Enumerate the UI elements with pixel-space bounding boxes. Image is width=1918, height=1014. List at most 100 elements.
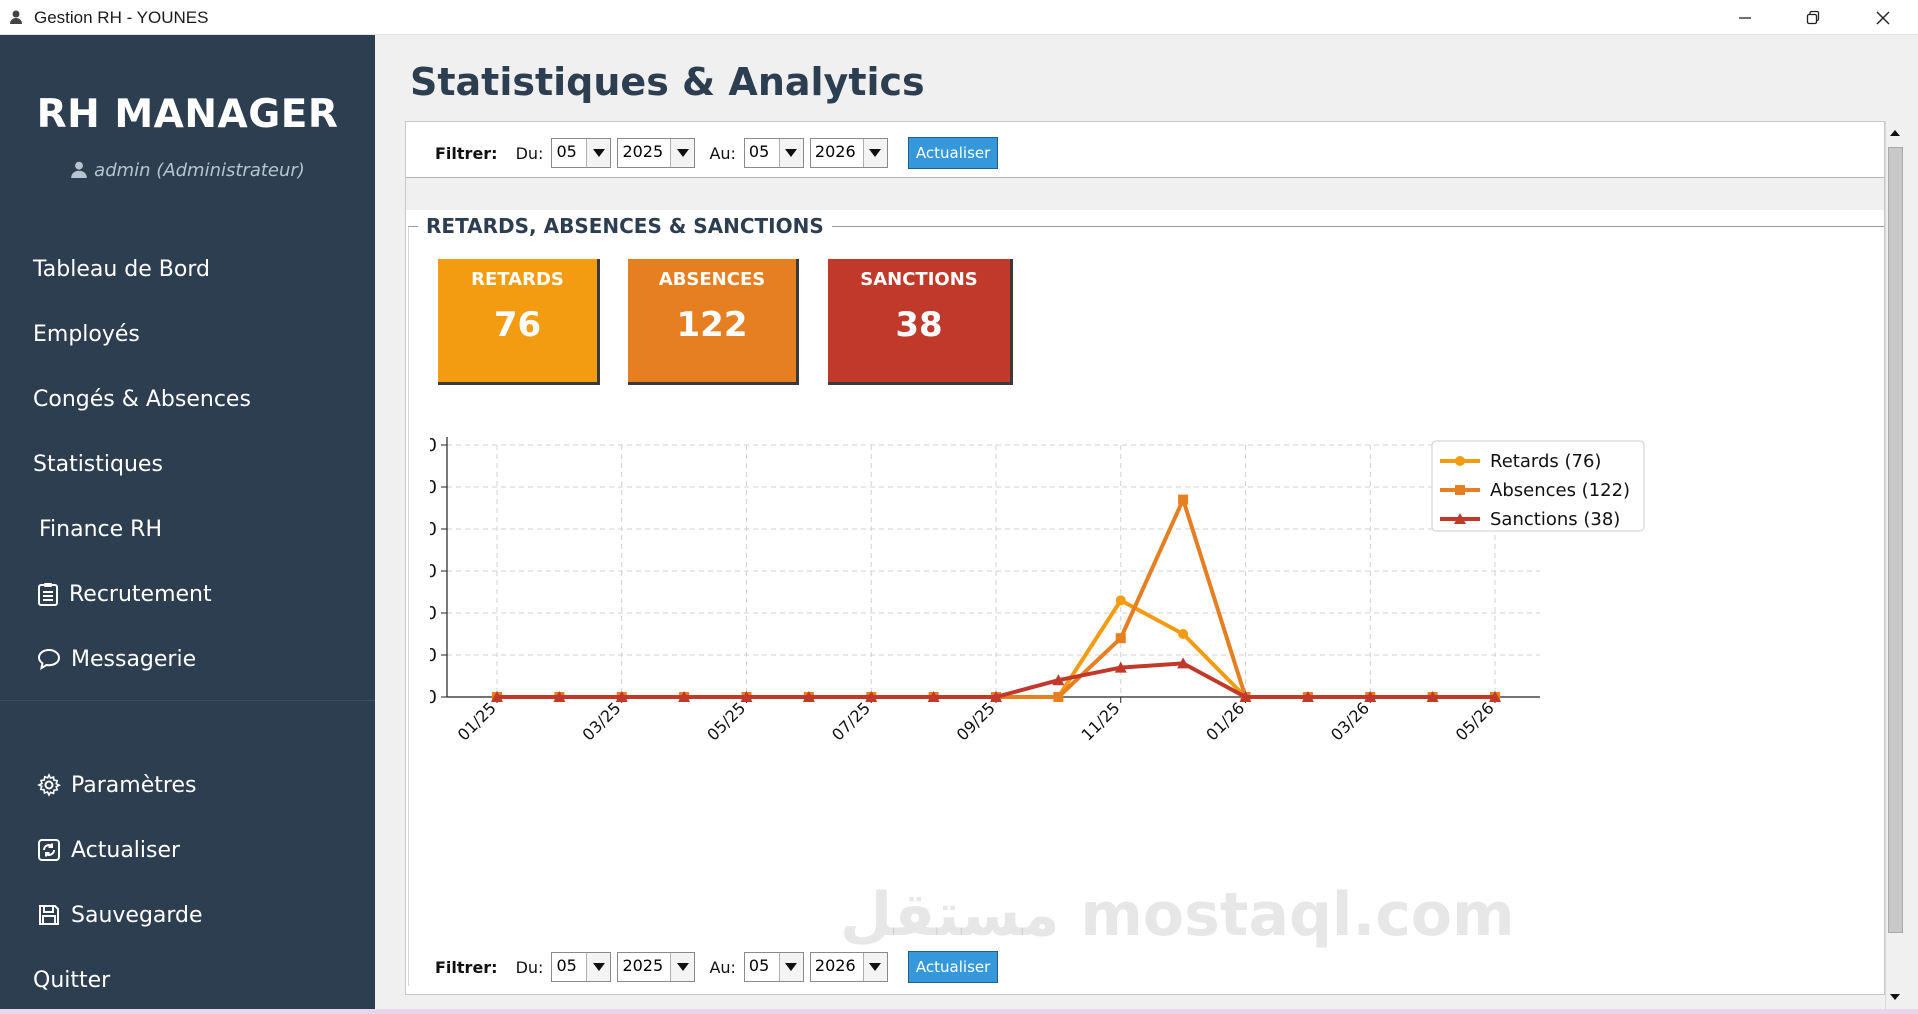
sidebar-divider xyxy=(0,700,375,701)
sidebar-item-label: Messagerie xyxy=(71,646,197,672)
chevron-down-icon[interactable] xyxy=(862,139,887,167)
sidebar-item-label: Sauvegarde xyxy=(71,902,203,928)
section-title: RETARDS, ABSENCES & SANCTIONS xyxy=(418,214,832,238)
data-point xyxy=(1178,629,1189,639)
from-label: Du: xyxy=(515,143,544,163)
sidebar-item-statistics[interactable]: Statistiques xyxy=(33,444,163,484)
page-title: Statistiques & Analytics xyxy=(410,60,925,104)
to-month-select[interactable]: 05 xyxy=(743,952,804,982)
close-icon xyxy=(1876,11,1890,24)
sidebar-item-recruitment[interactable]: Recrutement xyxy=(37,574,212,614)
x-tick-label: 03/25 xyxy=(579,698,625,744)
sidebar-item-label: Employés xyxy=(33,321,140,347)
sidebar: RH MANAGER admin (Administrateur) Tablea… xyxy=(0,35,375,1009)
sidebar-item-label: Congés & Absences xyxy=(33,386,251,412)
chevron-down-icon[interactable] xyxy=(778,139,803,167)
x-tick-label: 03/26 xyxy=(1327,698,1373,744)
bottom-edge xyxy=(0,1009,1918,1014)
data-point xyxy=(1115,595,1126,606)
chevron-down-icon[interactable] xyxy=(670,953,695,981)
save-icon xyxy=(39,905,59,925)
scroll-down-arrow-icon[interactable] xyxy=(1886,987,1904,1007)
filter-label: Filtrer: xyxy=(435,957,498,977)
card-label: SANCTIONS xyxy=(860,269,978,290)
from-label: Du: xyxy=(515,957,544,977)
legend-label: Absences (122) xyxy=(1490,480,1630,501)
card-value: 38 xyxy=(895,305,943,345)
sidebar-item-messaging[interactable]: Messagerie xyxy=(37,639,196,679)
sidebar-item-label: Actualiser xyxy=(71,837,181,863)
y-tick-label: 80 xyxy=(430,519,437,540)
from-year-select[interactable]: 2025 xyxy=(617,952,696,982)
filter-label: Filtrer: xyxy=(435,143,498,163)
chevron-down-icon[interactable] xyxy=(670,139,695,167)
clipboard-icon xyxy=(38,583,58,606)
refresh-icon xyxy=(38,839,60,861)
chat-bubble-icon xyxy=(37,648,61,670)
to-year-select[interactable]: 2026 xyxy=(809,138,888,168)
sidebar-item-label: Paramètres xyxy=(71,772,197,798)
sidebar-item-label: Tableau de Bord xyxy=(33,256,210,282)
from-year-select[interactable]: 2025 xyxy=(617,138,696,168)
chevron-down-icon[interactable] xyxy=(862,953,887,981)
x-tick-label: 01/25 xyxy=(454,698,500,744)
y-tick-label: 20 xyxy=(430,645,437,666)
minimize-button[interactable] xyxy=(1710,0,1780,35)
brand-title: RH MANAGER xyxy=(36,92,339,137)
panel-gap xyxy=(406,178,1884,210)
legend-label: Retards (76) xyxy=(1490,451,1601,472)
y-tick-label: 60 xyxy=(430,561,437,582)
x-tick-label: 05/26 xyxy=(1452,698,1498,744)
close-button[interactable] xyxy=(1848,0,1918,35)
from-month-select[interactable]: 05 xyxy=(551,138,612,168)
x-tick-label: 07/25 xyxy=(828,698,874,744)
data-point xyxy=(1178,494,1189,505)
legend-marker xyxy=(1455,485,1465,495)
from-month-select[interactable]: 05 xyxy=(551,952,612,982)
sidebar-item-employees[interactable]: Employés xyxy=(33,314,140,354)
sidebar-item-label: Finance RH xyxy=(39,516,162,542)
to-year-value: 2026 xyxy=(814,956,856,975)
sidebar-item-settings[interactable]: Paramètres xyxy=(37,765,196,805)
sidebar-item-refresh[interactable]: Actualiser xyxy=(37,830,180,870)
from-month-value: 05 xyxy=(556,956,577,975)
sidebar-item-finance[interactable]: Finance RH xyxy=(39,509,162,549)
card-value: 122 xyxy=(676,305,748,345)
sidebar-item-dashboard[interactable]: Tableau de Bord xyxy=(33,249,210,289)
restore-icon xyxy=(1806,10,1820,24)
y-tick-label: 0 xyxy=(430,687,437,708)
chevron-down-icon[interactable] xyxy=(586,953,611,981)
to-month-value: 05 xyxy=(748,142,770,161)
window-titlebar: Gestion RH - YOUNES xyxy=(0,0,1918,35)
from-year-value: 2025 xyxy=(622,956,664,975)
vertical-scrollbar[interactable] xyxy=(1885,121,1903,1009)
to-label: Au: xyxy=(709,957,736,977)
card-label: RETARDS xyxy=(471,269,564,290)
sidebar-item-backup[interactable]: Sauvegarde xyxy=(37,895,203,935)
watermark: مستقل mostaql.com xyxy=(840,880,1515,950)
x-tick-label: 05/25 xyxy=(703,698,749,744)
card-sanctions: SANCTIONS 38 xyxy=(828,259,1013,385)
window-title: Gestion RH - YOUNES xyxy=(34,8,209,27)
card-retards: RETARDS 76 xyxy=(438,259,600,385)
to-month-select[interactable]: 05 xyxy=(743,138,804,168)
refresh-button[interactable]: Actualiser xyxy=(907,137,999,169)
scrollbar-thumb[interactable] xyxy=(1888,147,1903,933)
restore-button[interactable] xyxy=(1778,0,1848,35)
user-label: admin (Administrateur) xyxy=(94,160,305,181)
to-month-value: 05 xyxy=(748,956,770,975)
gear-icon xyxy=(37,773,61,797)
x-tick-label: 11/25 xyxy=(1078,698,1124,744)
sidebar-item-quit[interactable]: Quitter xyxy=(33,960,110,1000)
scroll-up-arrow-icon[interactable] xyxy=(1886,123,1904,143)
refresh-button[interactable]: Actualiser xyxy=(907,951,999,983)
chevron-down-icon[interactable] xyxy=(586,139,611,167)
line-chart: 0 20 40 60 80 100 120 01/25 03/25 05/25 07/25 09/25… xyxy=(430,435,1645,744)
y-tick-label: 40 xyxy=(430,603,437,624)
sidebar-item-leaves[interactable]: Congés & Absences xyxy=(33,379,251,419)
chevron-down-icon[interactable] xyxy=(778,953,803,981)
to-year-select[interactable]: 2026 xyxy=(809,952,888,982)
to-label: Au: xyxy=(709,143,736,163)
x-tick-label: 01/26 xyxy=(1202,698,1248,744)
data-point xyxy=(1115,633,1126,644)
